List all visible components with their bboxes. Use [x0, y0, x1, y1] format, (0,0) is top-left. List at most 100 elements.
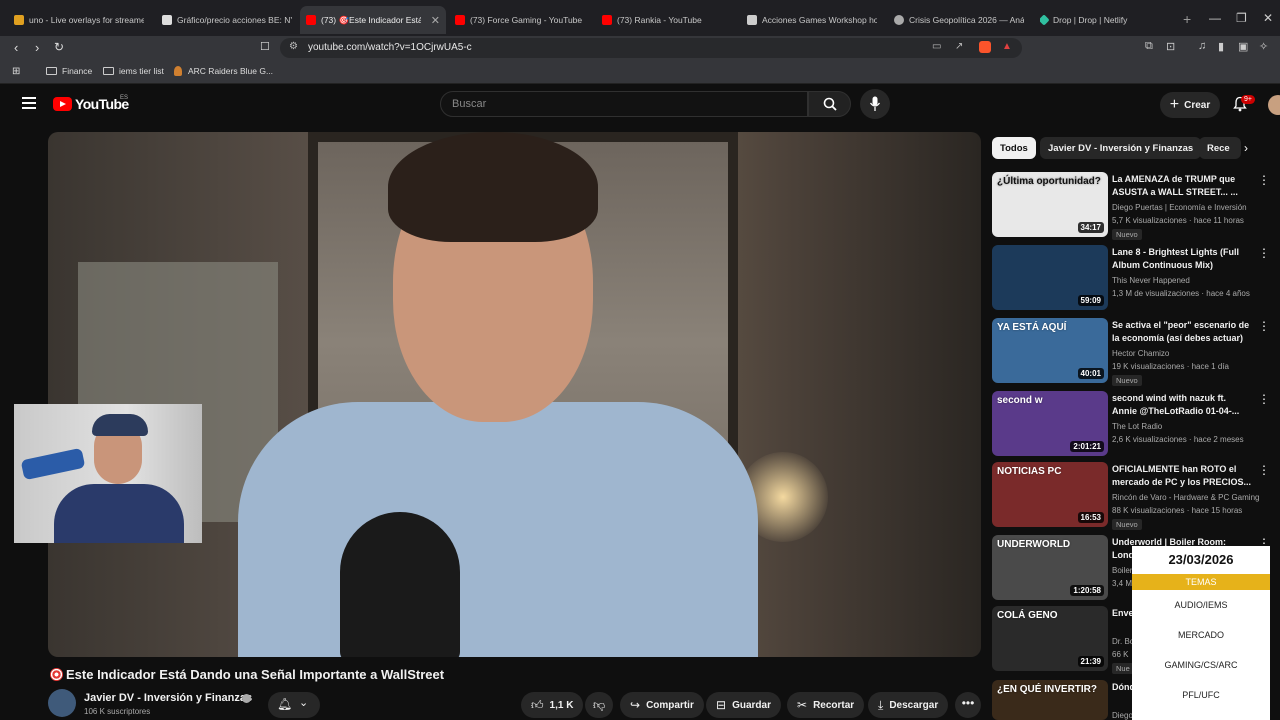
video-player[interactable] — [48, 132, 981, 657]
brave-shield-icon[interactable] — [979, 41, 991, 53]
tab-title: Crisis Geopolítica 2026 — Anál — [909, 15, 1024, 25]
tab-title: uno - Live overlays for streamer — [29, 15, 144, 25]
more-options-icon[interactable]: ⋮ — [1258, 246, 1270, 260]
thumbs-down-icon: 👎︎ — [593, 697, 606, 712]
more-options-icon[interactable]: ⋮ — [1258, 392, 1270, 406]
voice-search-button[interactable] — [860, 89, 890, 119]
browser-tab[interactable]: (73) Rankia - YouTube — [602, 8, 732, 32]
bookmark-label: Finance — [62, 66, 93, 76]
recommendation-title[interactable]: La AMENAZA de TRUMP que ASUSTA a WALL ST… — [1112, 173, 1252, 199]
site-info-icon[interactable]: ⚙ — [289, 41, 298, 52]
close-tab-icon[interactable]: ✕ — [431, 14, 440, 27]
chip-all[interactable]: Todos — [992, 137, 1036, 159]
duration-badge: 59:09 — [1077, 295, 1104, 306]
browser-tab[interactable]: Gráfico/precio acciones BE: NYS — [162, 8, 292, 32]
recommendation-channel[interactable]: The Lot Radio — [1112, 422, 1162, 431]
youtube-favicon-icon — [602, 15, 612, 25]
forward-icon[interactable]: › — [35, 40, 39, 55]
share-icon[interactable]: ↗ — [955, 41, 963, 52]
address-bar[interactable]: ⚙ youtube.com/watch?v=1OCjrwUA5-c ▭ ↗ ▲ — [280, 38, 1022, 58]
sidebar-icon[interactable]: ▮ — [1218, 40, 1224, 53]
recommendation-meta: 2,6 K visualizaciones · hace 2 meses — [1112, 435, 1244, 444]
duration-badge: 16:53 — [1077, 512, 1104, 523]
save-button[interactable]: ⊟ Guardar — [706, 692, 781, 718]
bookmark-folder-iems[interactable]: iems tier list — [103, 66, 164, 76]
tab-favicon-icon — [14, 15, 24, 25]
bookmark-folder-finance[interactable]: Finance — [46, 66, 92, 76]
recommendation-channel[interactable]: Hector Chamizo — [1112, 349, 1169, 358]
recommendation-thumbnail[interactable]: 59:09 — [992, 245, 1108, 310]
duration-badge: 21:39 — [1077, 656, 1104, 667]
overlay-topic: MERCADO — [1177, 630, 1224, 640]
media-icon[interactable]: ♫ — [1198, 40, 1206, 52]
browser-tab[interactable]: Crisis Geopolítica 2026 — Anál — [894, 8, 1024, 32]
close-window-icon[interactable]: ✕ — [1263, 11, 1273, 25]
channel-avatar[interactable] — [48, 689, 76, 717]
more-actions-button[interactable]: ••• — [955, 692, 981, 718]
recommendation-channel[interactable]: Diego Puertas | Economía e Inversión — [1112, 203, 1247, 212]
recommendation-channel[interactable]: Rincón de Varo - Hardware & PC Gaming — [1112, 493, 1259, 502]
youtube-logo[interactable]: YouTube — [53, 96, 129, 112]
more-options-icon[interactable]: ⋮ — [1258, 463, 1270, 477]
recommendation-thumbnail[interactable]: second w 2:01:21 — [992, 391, 1108, 456]
browser-tab-active[interactable]: (73) 🎯Este Indicador Está ✕ — [300, 6, 446, 34]
bookmark-icon[interactable]: ☐ — [260, 40, 270, 53]
apps-grid-icon[interactable]: ⊞ — [12, 66, 20, 77]
recommendation-thumbnail[interactable]: UNDERWORLD 1:20:58 — [992, 535, 1108, 600]
recommendation-title[interactable]: OFICIALMENTE han ROTO el mercado de PC y… — [1112, 463, 1252, 489]
recommendation-thumbnail[interactable]: ¿Última oportunidad? 34:17 — [992, 172, 1108, 237]
recommendation-channel[interactable]: This Never Happened — [1112, 276, 1190, 285]
account-avatar[interactable] — [1268, 95, 1280, 115]
channel-name[interactable]: Javier DV - Inversión y Finanzas — [84, 692, 252, 704]
browser-tab[interactable]: Acciones Games Workshop ho — [747, 8, 877, 32]
like-button[interactable]: 👍︎ 1,1 K — [521, 692, 584, 718]
dislike-button[interactable]: 👎︎ — [585, 692, 614, 718]
more-options-icon[interactable]: ⋮ — [1258, 173, 1270, 187]
screenshot-icon[interactable]: ⊡ — [1166, 40, 1175, 53]
bookmark-save-icon: ⊟ — [716, 698, 727, 712]
more-options-icon[interactable]: ⋮ — [1258, 319, 1270, 333]
subscription-bell-button[interactable]: 🔔︎ ⌄ — [268, 692, 320, 718]
recommendation-title[interactable]: second wind with nazuk ft. Annie @TheLot… — [1112, 392, 1252, 418]
recommendation-thumbnail[interactable]: ¿EN QUÉ INVERTIR? — [992, 680, 1108, 720]
verified-icon — [242, 694, 251, 703]
webcam-person-cap — [92, 414, 148, 436]
menu-icon[interactable] — [22, 97, 36, 109]
cast-icon[interactable]: ▭ — [932, 41, 941, 52]
recommendation-thumbnail[interactable]: YA ESTÁ AQUÍ 40:01 — [992, 318, 1108, 383]
presenter-hair — [388, 132, 598, 242]
clip-label: Recortar — [813, 699, 855, 711]
share-button[interactable]: ↪ Compartir — [620, 692, 704, 718]
chip-channel[interactable]: Javier DV - Inversión y Finanzas — [1040, 137, 1202, 159]
browser-tab[interactable]: (73) Force Gaming - YouTube — [455, 8, 585, 32]
leo-icon[interactable]: ✧ — [1259, 40, 1268, 53]
recommendation-thumbnail[interactable]: COLÁ GENO 21:39 — [992, 606, 1108, 671]
minimize-icon[interactable]: — — [1209, 11, 1221, 25]
download-button[interactable]: ⤓ Descargar — [868, 692, 949, 718]
recommendation-meta: 1,3 M de visualizaciones · hace 4 años — [1112, 289, 1250, 298]
wallet-icon[interactable]: ▣ — [1238, 40, 1248, 53]
download-label: Descargar — [889, 699, 939, 711]
browser-tab[interactable]: Drop | Drop | Netlify — [1040, 8, 1170, 32]
recommendation-title[interactable]: Se activa el "peor" escenario de la econ… — [1112, 319, 1252, 345]
search-button[interactable] — [808, 91, 851, 117]
clip-button[interactable]: ✂ Recortar — [787, 692, 865, 718]
extensions-icon[interactable]: ⧉ — [1145, 40, 1153, 53]
rewards-icon[interactable]: ▲ — [1002, 41, 1012, 52]
recommendation-thumbnail[interactable]: NOTICIAS PC 16:53 — [992, 462, 1108, 527]
chip-label: Todos — [1000, 142, 1028, 154]
chevron-right-icon[interactable]: › — [1244, 141, 1248, 155]
maximize-icon[interactable]: ❐ — [1236, 11, 1247, 25]
reload-icon[interactable]: ↻ — [54, 40, 64, 54]
back-icon[interactable]: ‹ — [14, 40, 18, 55]
globe-icon — [894, 15, 904, 25]
search-input[interactable]: Buscar — [440, 91, 808, 117]
bookmark-arc-raiders[interactable]: ARC Raiders Blue G... — [174, 66, 273, 76]
create-button[interactable]: + Crear — [1160, 92, 1220, 118]
browser-tab[interactable]: uno - Live overlays for streamer — [14, 8, 144, 32]
recommendation-meta: 66 K — [1112, 650, 1129, 659]
tab-title: Acciones Games Workshop ho — [762, 15, 877, 25]
recommendation-title[interactable]: Lane 8 - Brightest Lights (Full Album Co… — [1112, 246, 1252, 272]
new-tab-icon[interactable]: + — [1183, 11, 1191, 27]
chip-recent[interactable]: Rece — [1199, 137, 1241, 159]
